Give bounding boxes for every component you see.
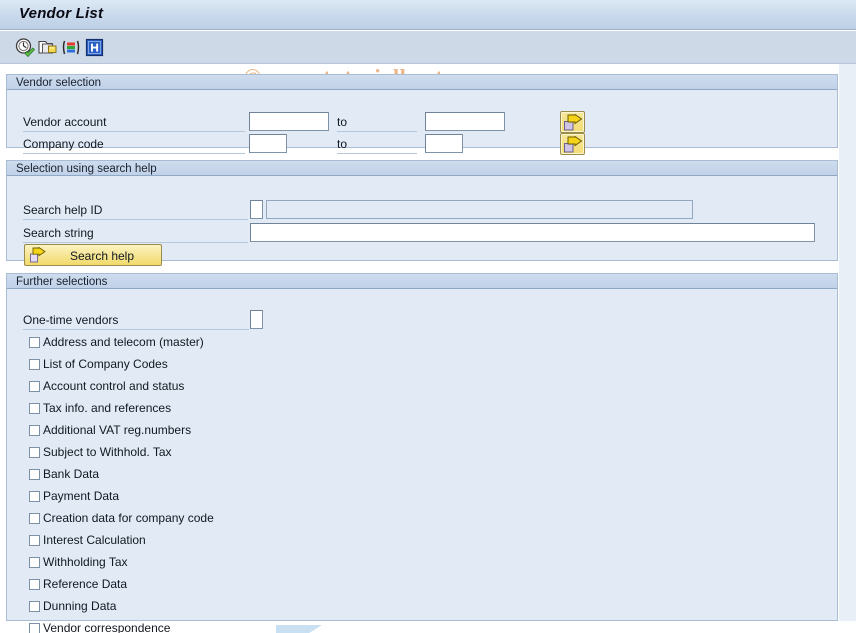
- vendor-account-label: Vendor account: [23, 113, 245, 132]
- company-code-from-input[interactable]: [249, 134, 287, 153]
- window-title-bar: Vendor List: [0, 0, 856, 30]
- checkbox-additional-vat-reg-numbers[interactable]: Additional VAT reg.numbers: [29, 421, 191, 439]
- one-time-vendors-label: One-time vendors: [23, 311, 249, 330]
- checkbox-label: Address and telecom (master): [43, 335, 204, 349]
- company-code-to-label: to: [337, 135, 417, 154]
- search-string-input[interactable]: [250, 223, 815, 242]
- checkbox-address-and-telecom-master[interactable]: Address and telecom (master): [29, 333, 204, 351]
- checkbox-box-icon[interactable]: [29, 336, 40, 348]
- checkbox-label: Account control and status: [43, 379, 185, 393]
- checkbox-label: Withholding Tax: [43, 555, 128, 569]
- vendor-selection-header-label: Vendor selection: [16, 77, 102, 89]
- search-string-label: Search string: [23, 224, 248, 243]
- checkbox-box-icon[interactable]: [29, 446, 40, 458]
- application-toolbar: © www.tutorialkart.com: [0, 31, 856, 90]
- execute-background-icon[interactable]: [37, 37, 59, 58]
- search-help-id-key-input[interactable]: [250, 200, 263, 219]
- search-help-id-label: Search help ID: [23, 201, 248, 220]
- checkbox-box-icon[interactable]: [29, 578, 40, 590]
- right-background-strip: [839, 64, 856, 621]
- checkbox-label: Additional VAT reg.numbers: [43, 423, 192, 437]
- vendor-account-to-input[interactable]: [425, 112, 505, 131]
- multiple-selection-icon: [564, 136, 583, 153]
- further-selections-header-label: Further selections: [16, 276, 108, 288]
- sap-selection-screen: Vendor List Vendor selection Vendor acco…: [0, 0, 856, 633]
- checkbox-label: Creation data for company code: [43, 511, 214, 525]
- checkbox-reference-data[interactable]: Reference Data: [29, 575, 127, 593]
- checkbox-label: List of Company Codes: [43, 357, 168, 371]
- checkbox-box-icon[interactable]: [29, 402, 40, 414]
- checkbox-subject-to-withhold-tax[interactable]: Subject to Withhold. Tax: [29, 443, 172, 461]
- checkbox-label: Subject to Withhold. Tax: [43, 445, 172, 459]
- search-help-selection-panel: Selection using search help Search help …: [6, 160, 838, 266]
- checkbox-box-icon[interactable]: [29, 358, 40, 370]
- checkbox-box-icon[interactable]: [29, 490, 40, 502]
- checkbox-box-icon[interactable]: [29, 622, 40, 633]
- company-code-label: Company code: [23, 135, 245, 154]
- search-help-selection-header-label: Selection using search help: [16, 163, 157, 175]
- checkbox-account-control-and-status[interactable]: Account control and status: [29, 377, 184, 395]
- checkbox-creation-data-for-company-code[interactable]: Creation data for company code: [29, 509, 214, 527]
- company-code-multiple-selection-button[interactable]: [560, 133, 585, 155]
- checkbox-label: Reference Data: [43, 577, 128, 591]
- multiple-selection-icon: [564, 114, 583, 131]
- checkbox-box-icon[interactable]: [29, 556, 40, 568]
- search-help-selection-header: Selection using search help: [7, 160, 837, 176]
- search-help-selection-body: Search help ID Search string Search help: [7, 176, 837, 266]
- vendor-selection-header: Vendor selection: [7, 74, 837, 90]
- bottom-cut-off-decoration: [276, 625, 322, 633]
- info-icon[interactable]: [84, 37, 106, 58]
- checkbox-box-icon[interactable]: [29, 380, 40, 392]
- page-title: Vendor List: [19, 5, 104, 22]
- checkbox-interest-calculation[interactable]: Interest Calculation: [29, 531, 146, 549]
- execute-icon[interactable]: [14, 37, 36, 58]
- one-time-vendors-input[interactable]: [250, 310, 263, 329]
- checkbox-withholding-tax[interactable]: Withholding Tax: [29, 553, 128, 571]
- search-help-id-description-field[interactable]: [266, 200, 693, 219]
- checkbox-payment-data[interactable]: Payment Data: [29, 487, 119, 505]
- vendor-account-multiple-selection-button[interactable]: [560, 111, 585, 133]
- checkbox-box-icon[interactable]: [29, 424, 40, 436]
- checkbox-box-icon[interactable]: [29, 534, 40, 546]
- checkbox-label: Interest Calculation: [43, 533, 146, 547]
- vendor-account-from-input[interactable]: [249, 112, 329, 131]
- checkbox-dunning-data[interactable]: Dunning Data: [29, 597, 116, 615]
- search-help-button-label: Search help: [69, 249, 135, 263]
- variant-icon[interactable]: [60, 37, 82, 58]
- checkbox-label: Vendor correspondence: [43, 621, 171, 633]
- checkbox-list-of-company-codes[interactable]: List of Company Codes: [29, 355, 168, 373]
- checkbox-bank-data[interactable]: Bank Data: [29, 465, 99, 483]
- checkbox-label: Payment Data: [43, 489, 120, 503]
- further-selections-body: One-time vendors Address and telecom (ma…: [7, 289, 837, 633]
- vendor-selection-panel: Vendor selection Vendor account to Compa…: [6, 74, 838, 155]
- checkbox-vendor-correspondence[interactable]: Vendor correspondence: [29, 619, 170, 633]
- checkbox-tax-info-and-references[interactable]: Tax info. and references: [29, 399, 171, 417]
- further-selections-panel: Further selections One-time vendors Addr…: [6, 273, 838, 633]
- checkbox-box-icon[interactable]: [29, 512, 40, 524]
- checkbox-box-icon[interactable]: [29, 468, 40, 480]
- further-selections-header: Further selections: [7, 273, 837, 289]
- checkbox-label: Tax info. and references: [43, 401, 172, 415]
- search-help-button[interactable]: Search help: [24, 244, 162, 266]
- checkbox-label: Bank Data: [43, 467, 100, 481]
- company-code-to-input[interactable]: [425, 134, 463, 153]
- vendor-account-to-label: to: [337, 113, 417, 132]
- vendor-selection-body: Vendor account to Company code to: [7, 90, 837, 155]
- checkbox-label: Dunning Data: [43, 599, 117, 613]
- checkbox-box-icon[interactable]: [29, 600, 40, 612]
